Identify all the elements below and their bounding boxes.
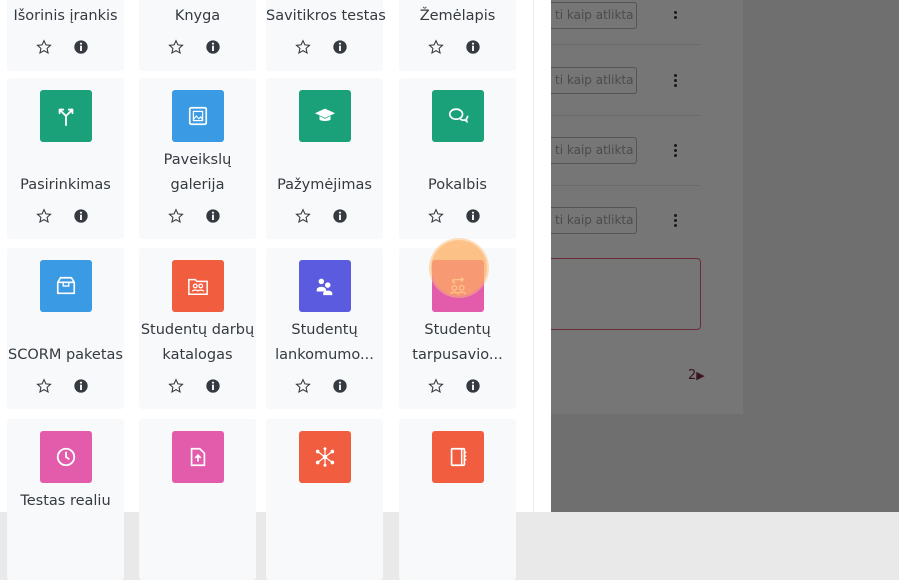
star-icon[interactable] xyxy=(295,208,311,224)
info-icon[interactable] xyxy=(73,378,89,394)
info-icon[interactable] xyxy=(332,39,348,55)
star-icon[interactable] xyxy=(428,39,444,55)
info-icon[interactable] xyxy=(205,378,221,394)
chat-bubbles-icon xyxy=(431,90,484,142)
notebook-icon xyxy=(431,431,484,483)
activity-tile-chat[interactable]: Pokalbis xyxy=(399,78,516,239)
activity-tile-attendance[interactable]: Studentų lankomumo... xyxy=(266,248,383,409)
mark-done-button[interactable]: ti kaip atlikta xyxy=(540,137,637,164)
star-icon[interactable] xyxy=(36,39,52,55)
star-icon[interactable] xyxy=(36,378,52,394)
touch-indicator xyxy=(431,240,487,296)
image-gallery-icon xyxy=(171,90,224,142)
star-icon[interactable] xyxy=(428,208,444,224)
activity-tile-realtime-quiz[interactable]: Testas realiu xyxy=(7,419,124,580)
star-icon[interactable] xyxy=(428,378,444,394)
file-upload-icon xyxy=(171,431,224,483)
mark-done-button[interactable]: ti kaip atlikta xyxy=(540,2,637,29)
info-icon[interactable] xyxy=(465,208,481,224)
split-arrows-icon xyxy=(39,90,92,142)
next-page-arrow-icon[interactable]: ▶ xyxy=(696,369,704,382)
activity-name: Pasirinkimas xyxy=(20,177,111,193)
activity-tile-certificate[interactable]: Pažymėjimas xyxy=(266,78,383,239)
kebab-menu-icon[interactable] xyxy=(674,73,678,89)
course-content-card: ti kaip atlikta ti kaip atlikta ti kaip … xyxy=(540,0,743,414)
modal-scrollbar-track[interactable] xyxy=(533,0,551,512)
activity-name: Savitikros testas xyxy=(266,8,386,24)
star-icon[interactable] xyxy=(36,208,52,224)
activity-tile[interactable]: Išorinis įrankis xyxy=(7,0,124,71)
activity-tile-notebook[interactable] xyxy=(399,419,516,580)
mark-done-label: ti kaip atlikta xyxy=(555,143,634,157)
activity-name-line1: Studentų xyxy=(291,322,358,338)
activity-name-line1: Studentų darbų xyxy=(140,322,255,338)
network-icon xyxy=(298,431,351,483)
star-icon[interactable] xyxy=(168,378,184,394)
info-icon[interactable] xyxy=(465,39,481,55)
kebab-menu-icon[interactable] xyxy=(674,10,678,21)
activity-tile-choice[interactable]: Pasirinkimas xyxy=(7,78,124,239)
info-icon[interactable] xyxy=(332,208,348,224)
star-icon[interactable] xyxy=(168,39,184,55)
info-icon[interactable] xyxy=(332,378,348,394)
activity-name: Knyga xyxy=(174,8,221,24)
mark-done-label: ti kaip atlikta xyxy=(555,213,634,227)
activity-tile[interactable]: Žemėlapis xyxy=(399,0,516,71)
activity-tile-file-submission[interactable] xyxy=(139,419,256,580)
activity-name: Išorinis įrankis xyxy=(13,8,118,24)
activity-tile[interactable]: Knyga xyxy=(139,0,256,71)
info-icon[interactable] xyxy=(73,39,89,55)
activity-tile-student-folder[interactable]: Studentų darbų katalogas xyxy=(139,248,256,409)
pagination[interactable]: 2▶ xyxy=(688,368,705,383)
activity-name: Testas realiu xyxy=(20,493,111,509)
folder-people-icon xyxy=(171,260,224,312)
kebab-menu-icon[interactable] xyxy=(674,143,678,159)
activity-name-line2: tarpusavio... xyxy=(412,347,503,363)
activity-name-line2: galerija xyxy=(170,177,225,193)
mark-done-button[interactable]: ti kaip atlikta xyxy=(540,67,637,94)
activity-name-line2: katalogas xyxy=(162,347,233,363)
star-icon[interactable] xyxy=(168,208,184,224)
clock-icon xyxy=(39,431,92,483)
graduation-cap-icon xyxy=(298,90,351,142)
mark-done-label: ti kaip atlikta xyxy=(555,73,634,87)
star-icon[interactable] xyxy=(295,39,311,55)
activity-tile-scorm[interactable]: SCORM paketas xyxy=(7,248,124,409)
highlighted-section xyxy=(542,258,701,330)
activity-tile[interactable]: Savitikros testas xyxy=(266,0,386,71)
info-icon[interactable] xyxy=(205,39,221,55)
mark-done-button[interactable]: ti kaip atlikta xyxy=(540,207,637,234)
activity-tile-network[interactable] xyxy=(266,419,383,580)
activity-name-line2: lankomumo... xyxy=(275,347,374,363)
info-icon[interactable] xyxy=(73,208,89,224)
info-icon[interactable] xyxy=(205,208,221,224)
mark-done-label: ti kaip atlikta xyxy=(555,8,634,22)
activity-name: SCORM paketas xyxy=(8,347,123,363)
info-icon[interactable] xyxy=(465,378,481,394)
activity-name: Pokalbis xyxy=(428,177,487,193)
activity-name-line1: Studentų xyxy=(424,322,491,338)
star-icon[interactable] xyxy=(295,378,311,394)
kebab-menu-icon[interactable] xyxy=(674,213,678,229)
activity-name: Pažymėjimas xyxy=(277,177,372,193)
activity-name: Žemėlapis xyxy=(419,8,496,24)
package-box-icon xyxy=(39,260,92,312)
activity-name-line1: Paveikslų xyxy=(163,152,232,168)
attendance-icon xyxy=(298,260,351,312)
activity-tile-gallery[interactable]: Paveikslų galerija xyxy=(139,78,256,239)
